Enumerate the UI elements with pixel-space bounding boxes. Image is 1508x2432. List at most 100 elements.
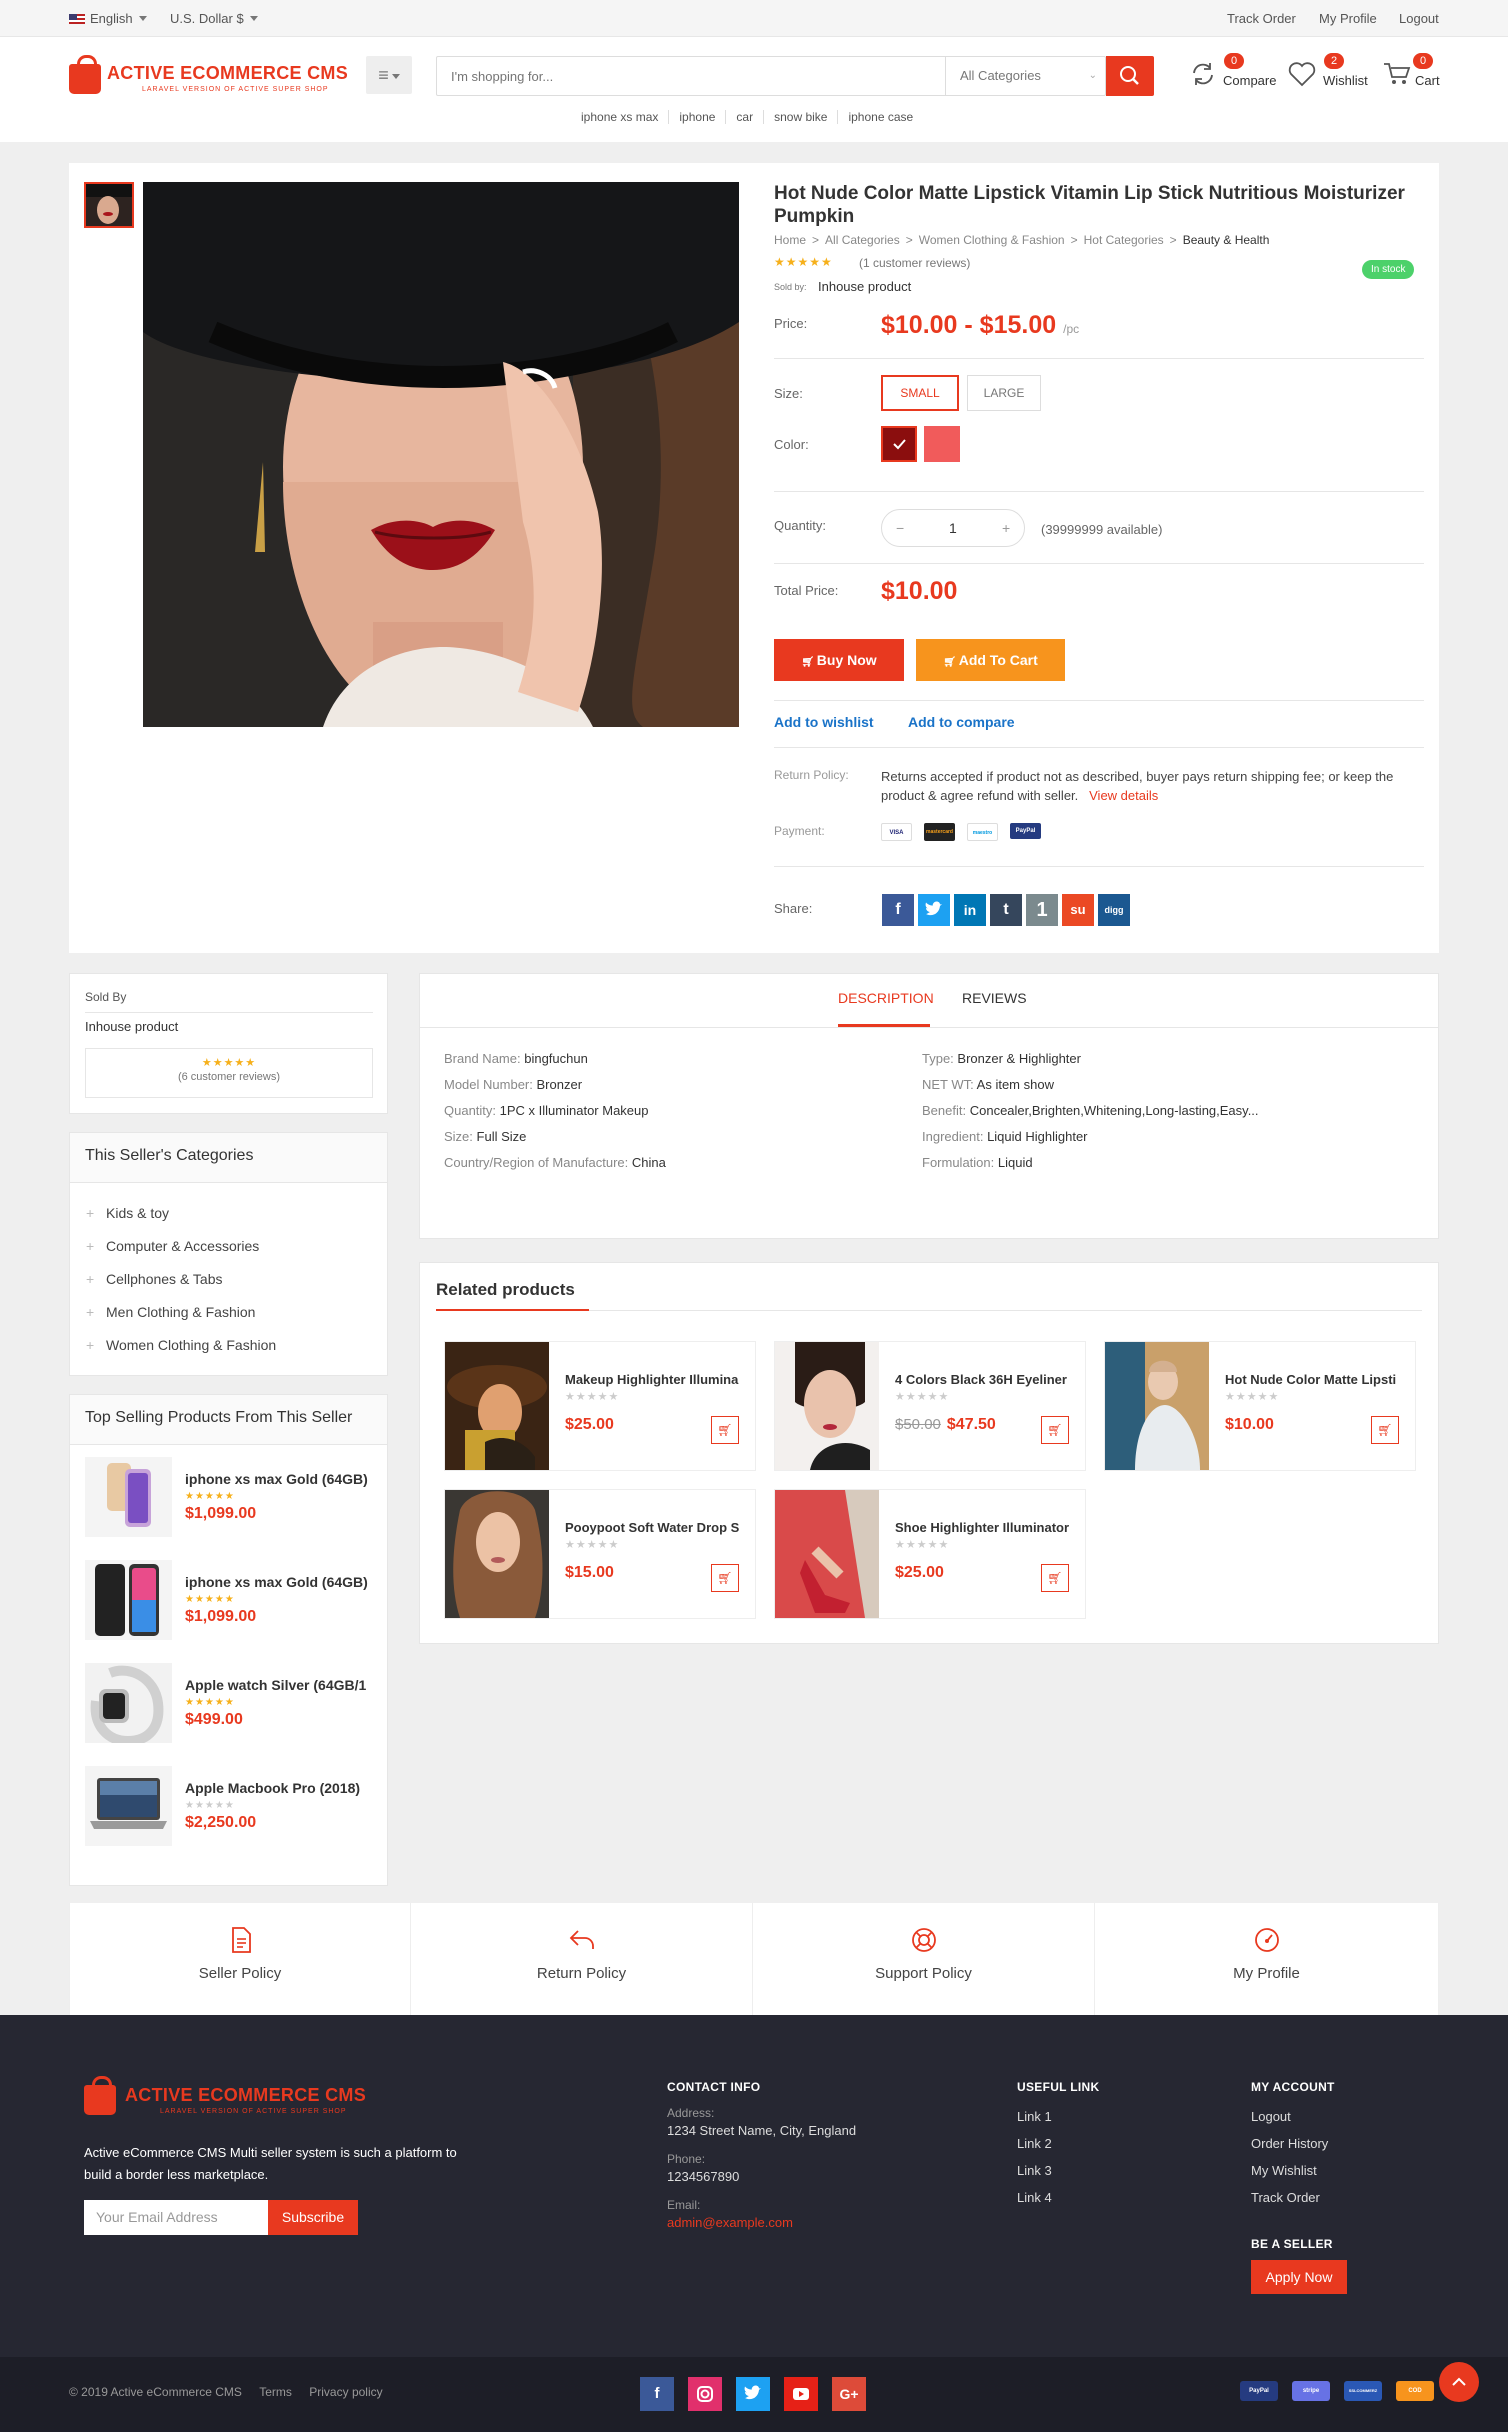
google-plus-icon[interactable]: G+ [832,2377,866,2411]
facebook-icon[interactable]: f [640,2377,674,2411]
add-to-wishlist-link[interactable]: Add to wishlist [774,714,874,730]
logout-link[interactable]: Logout [1399,11,1439,26]
search-input[interactable] [437,57,945,95]
email-link[interactable]: admin@example.com [667,2215,793,2230]
useful-link[interactable]: Link 1 [1017,2109,1052,2124]
quantity-value[interactable]: 1 [949,520,957,536]
attribute-row: Type: Bronzer & Highlighter [922,1051,1081,1066]
related-product-card[interactable]: Makeup Highlighter Illumina ★★★★★ $25.00… [444,1341,756,1471]
view-details-link[interactable]: View details [1089,788,1158,803]
add-to-cart-icon[interactable]: 🛒︎ [711,1564,739,1592]
subscribe-button[interactable]: Subscribe [268,2200,358,2235]
return-policy-link[interactable]: Return Policy [411,1903,753,2015]
back-to-top-button[interactable] [1439,2362,1479,2402]
buy-now-button[interactable]: 🛒︎ Buy Now [774,639,904,681]
add-to-cart-icon[interactable]: 🛒︎ [1041,1416,1069,1444]
onewheel-share-icon[interactable]: 1 [1026,894,1058,926]
review-count[interactable]: (1 customer reviews) [859,256,970,270]
top-selling-name[interactable]: Apple watch Silver (64GB/1 [185,1677,375,1693]
top-selling-image[interactable] [85,1457,172,1537]
add-to-cart-icon[interactable]: 🛒︎ [1041,1564,1069,1592]
related-product-name: Hot Nude Color Matte Lipsti [1225,1372,1397,1387]
color-swatch-red[interactable] [924,426,960,462]
tumblr-share-icon[interactable]: t [990,894,1022,926]
hamburger-icon: ≡ [378,65,389,85]
category-menu-button[interactable]: ≡ [366,56,412,94]
price-unit: /pc [1063,322,1080,336]
chevron-down-icon: ⌄ [1088,70,1097,81]
tab-description[interactable]: DESCRIPTION [838,990,934,1006]
breadcrumb-all-categories[interactable]: All Categories [825,233,900,247]
plus-icon[interactable]: + [1002,520,1010,536]
category-link[interactable]: Computer & Accessories [106,1238,259,1254]
breadcrumb-home[interactable]: Home [774,233,806,247]
category-select[interactable]: All Categories ⌄ [945,57,1107,95]
terms-link[interactable]: Terms [259,2385,292,2399]
top-selling-image[interactable] [85,1560,172,1640]
add-to-cart-button[interactable]: 🛒︎ Add To Cart [916,639,1065,681]
top-selling-image[interactable] [85,1766,172,1846]
tab-reviews[interactable]: REVIEWS [962,990,1027,1006]
top-selling-name[interactable]: iphone xs max Gold (64GB) [185,1471,375,1487]
related-product-card[interactable]: Pooypoot Soft Water Drop S ★★★★★ $15.00 … [444,1489,756,1619]
apply-now-button[interactable]: Apply Now [1251,2260,1347,2294]
quick-search-link[interactable]: iphone [669,110,727,124]
plus-icon: + [86,1205,95,1221]
support-policy-link[interactable]: Support Policy [753,1903,1095,2015]
twitter-icon[interactable] [736,2377,770,2411]
quick-search-link[interactable]: iphone case [838,110,923,124]
add-to-cart-icon[interactable]: 🛒︎ [711,1416,739,1444]
track-order-link[interactable]: Track Order [1227,11,1296,26]
plus-icon: + [86,1304,95,1320]
top-selling-image[interactable] [85,1663,172,1743]
useful-link[interactable]: Link 4 [1017,2190,1052,2205]
breadcrumb-women-fashion[interactable]: Women Clothing & Fashion [919,233,1065,247]
category-link[interactable]: Kids & toy [106,1205,169,1221]
color-swatch-dark-red[interactable] [881,426,917,462]
seller-policy-link[interactable]: Seller Policy [69,1903,411,2015]
newsletter-email-input[interactable]: Your Email Address [84,2200,268,2235]
search-button[interactable] [1106,56,1154,96]
quick-search-link[interactable]: iphone xs max [571,110,670,124]
size-option-large[interactable]: LARGE [967,375,1041,411]
facebook-share-icon[interactable]: f [882,894,914,926]
stumbleupon-share-icon[interactable]: su [1062,894,1094,926]
category-link[interactable]: Cellphones & Tabs [106,1271,222,1287]
add-to-compare-link[interactable]: Add to compare [908,714,1015,730]
related-product-card[interactable]: Shoe Highlighter Illuminator ★★★★★ $25.0… [774,1489,1086,1619]
youtube-icon[interactable] [784,2377,818,2411]
add-to-cart-icon[interactable]: 🛒︎ [1371,1416,1399,1444]
quick-search-link[interactable]: snow bike [764,110,839,124]
linkedin-share-icon[interactable]: in [954,894,986,926]
top-selling-name[interactable]: Apple Macbook Pro (2018) [185,1780,375,1796]
language-selector[interactable]: English [69,11,147,26]
useful-link[interactable]: Link 3 [1017,2163,1052,2178]
privacy-link[interactable]: Privacy policy [309,2385,382,2399]
account-link-wishlist[interactable]: My Wishlist [1251,2163,1317,2178]
quick-search-link[interactable]: car [726,110,765,124]
top-selling-name[interactable]: iphone xs max Gold (64GB) [185,1574,375,1590]
product-main-image[interactable] [143,182,739,727]
minus-icon[interactable]: − [896,520,904,536]
twitter-share-icon[interactable] [918,894,950,926]
my-profile-policy-link[interactable]: My Profile [1095,1903,1439,2015]
account-link-logout[interactable]: Logout [1251,2109,1291,2124]
account-link-track-order[interactable]: Track Order [1251,2190,1320,2205]
seller-name[interactable]: Inhouse product [85,1019,178,1034]
currency-selector[interactable]: U.S. Dollar $ [170,11,258,26]
digg-share-icon[interactable]: digg [1098,894,1130,926]
rating-stars-empty: ★★★★★ [895,1539,950,1551]
category-link[interactable]: Men Clothing & Fashion [106,1304,255,1320]
size-option-small[interactable]: SMALL [881,375,959,411]
breadcrumb-hot-categories[interactable]: Hot Categories [1084,233,1164,247]
my-profile-link[interactable]: My Profile [1319,11,1377,26]
instagram-icon[interactable] [688,2377,722,2411]
related-product-card[interactable]: Hot Nude Color Matte Lipsti ★★★★★ $10.00… [1104,1341,1416,1471]
seller-rating-box: ★★★★★ (6 customer reviews) [85,1048,373,1098]
logo-subtitle: LARAVEL VERSION OF ACTIVE SUPER SHOP [142,86,329,93]
product-thumbnail[interactable] [84,182,134,228]
account-link-order-history[interactable]: Order History [1251,2136,1328,2151]
category-link[interactable]: Women Clothing & Fashion [106,1337,276,1353]
related-product-card[interactable]: 4 Colors Black 36H Eyeliner I ★★★★★ $50.… [774,1341,1086,1471]
useful-link[interactable]: Link 2 [1017,2136,1052,2151]
